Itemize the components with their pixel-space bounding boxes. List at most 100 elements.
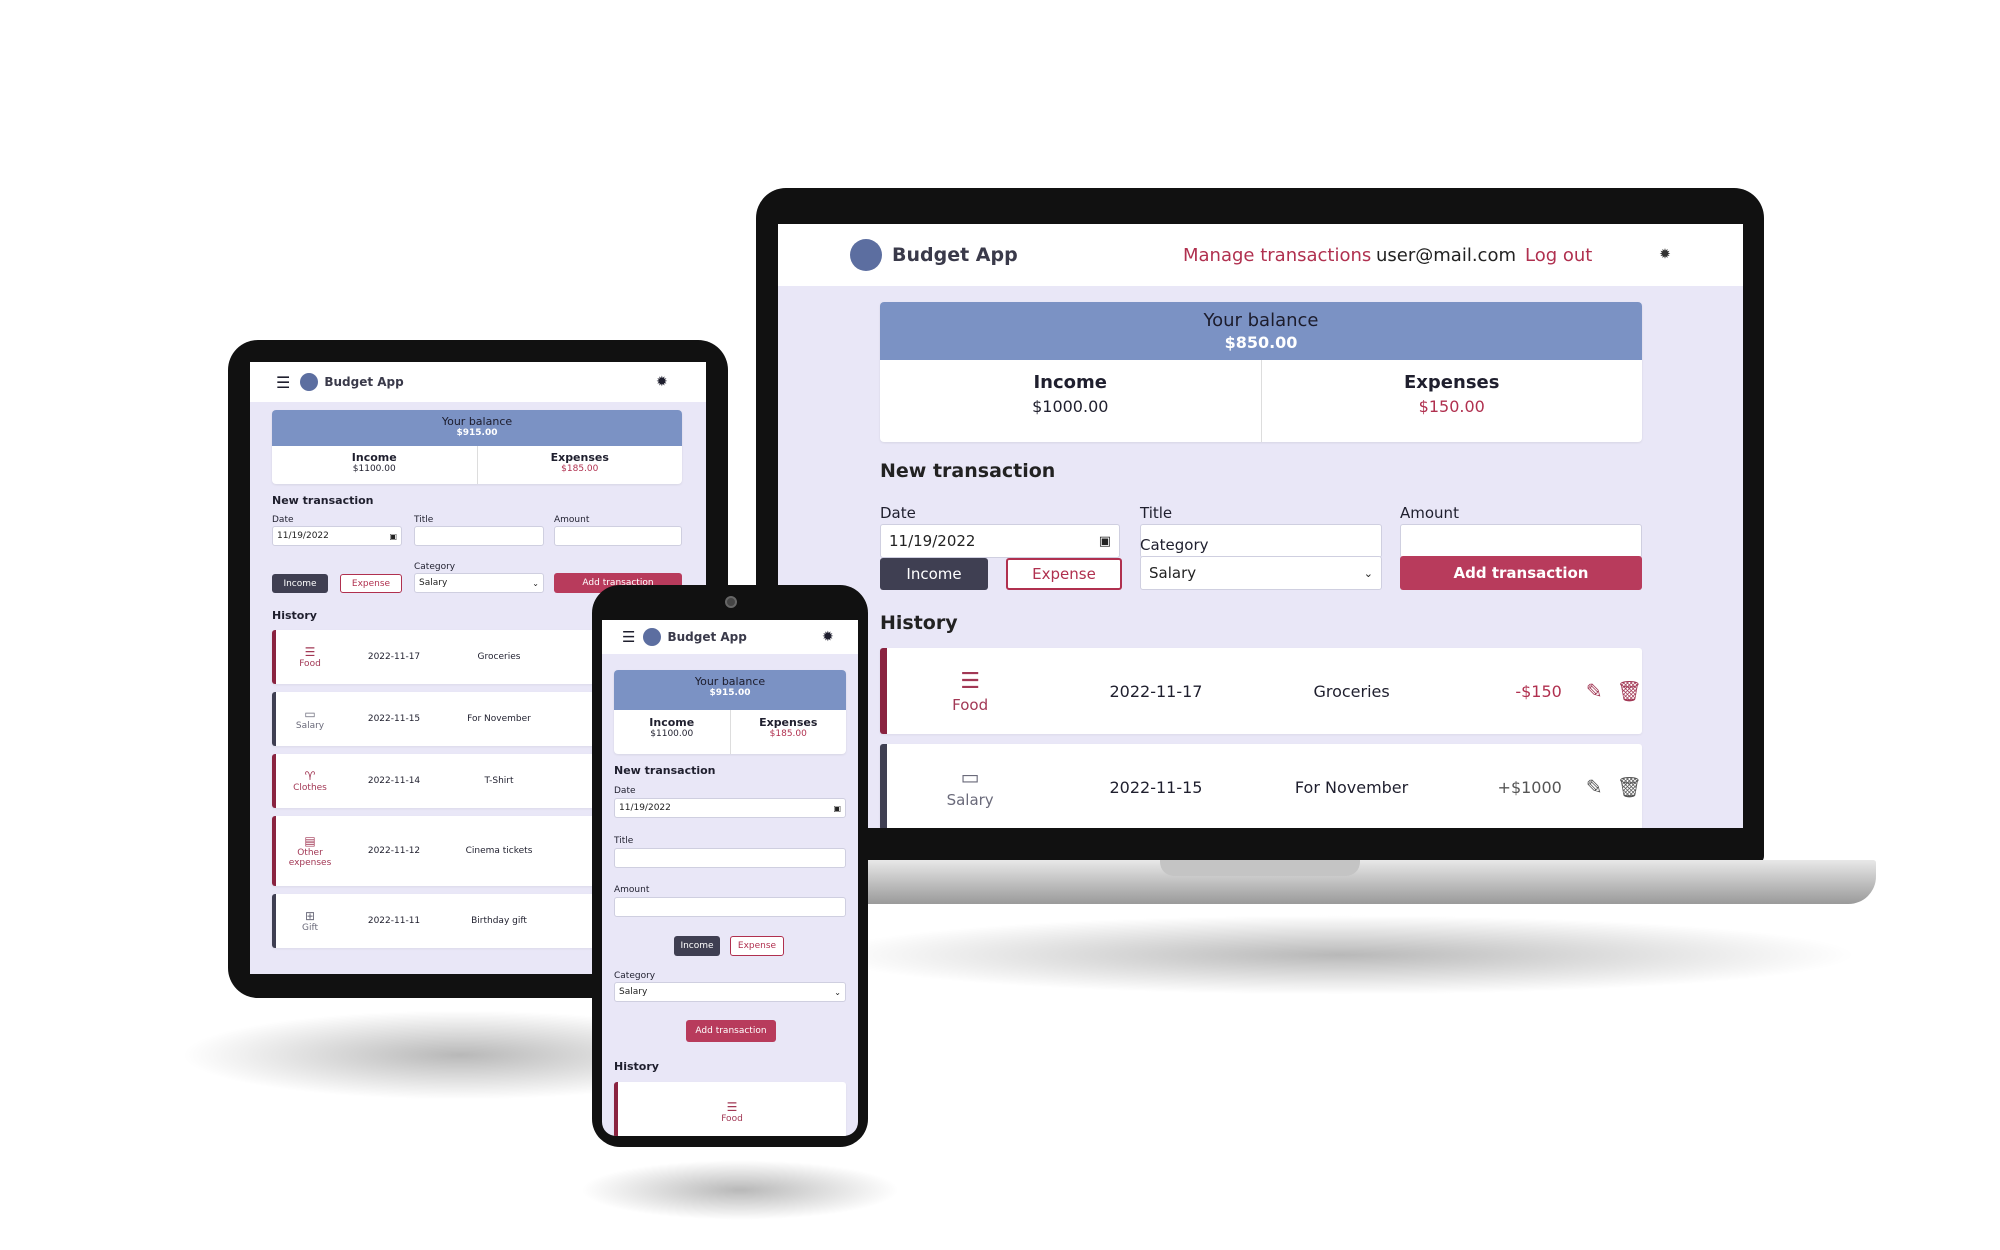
item-amount: -$150: [1515, 681, 1562, 701]
add-transaction-button[interactable]: Add transaction: [686, 1020, 776, 1042]
income-type-button[interactable]: Income: [272, 574, 328, 593]
history-item[interactable]: ♈ Clothes 2022-11-14 T-Shirt: [272, 754, 612, 808]
app-logo-icon: [300, 373, 319, 391]
hamburger-menu-icon[interactable]: ☰: [276, 373, 290, 392]
amount-label: Amount: [554, 515, 590, 525]
balance-value: $850.00: [1224, 333, 1298, 352]
app-brand: Budget App: [324, 375, 404, 389]
history-item[interactable]: ☰ Food 2022-11-17 Groceries -$150 ✎ 🗑: [880, 648, 1642, 734]
calendar-icon[interactable]: ▣: [389, 532, 397, 541]
history-item[interactable]: ☰ Food 2022-11-17 Groceries: [272, 630, 612, 684]
date-field[interactable]: 11/19/2022 ▣: [614, 798, 846, 818]
chevron-down-icon: ⌄: [834, 987, 841, 997]
balance-header: Your balance $915.00: [614, 670, 846, 710]
theme-toggle-sun-icon[interactable]: ✹: [822, 629, 834, 645]
app-brand: Budget App: [667, 630, 747, 644]
item-date: 2022-11-12: [367, 846, 421, 856]
item-amount: +$1000: [1497, 777, 1562, 797]
category-cell: ☰ Food: [618, 1100, 846, 1124]
income-cell: Income $1000.00: [880, 360, 1261, 442]
income-value: $1100.00: [650, 729, 694, 739]
phone-camera: [725, 596, 737, 608]
amount-field[interactable]: [1400, 524, 1642, 558]
expenses-cell: Expenses $185.00: [729, 710, 847, 754]
tablet-header: ☰ Budget App ✹: [250, 362, 706, 402]
category-label: Category: [414, 562, 456, 572]
date-field[interactable]: 11/19/2022 ▣: [880, 524, 1120, 558]
theme-toggle-sun-icon[interactable]: ✹: [656, 374, 668, 390]
new-transaction-heading: New transaction: [614, 764, 716, 777]
delete-trash-icon[interactable]: 🗑: [1617, 679, 1642, 703]
calendar-icon[interactable]: ▣: [833, 804, 841, 813]
expenses-value: $150.00: [1418, 397, 1485, 416]
title-label: Title: [1140, 504, 1173, 522]
calendar-icon[interactable]: ▣: [1099, 534, 1111, 549]
category-cell: ☰ Food: [276, 645, 344, 669]
edit-pencil-icon[interactable]: ✎: [1586, 679, 1603, 703]
item-title: For November: [1294, 777, 1409, 797]
hamburger-menu-icon[interactable]: ☰: [622, 628, 635, 646]
item-title: Birthday gift: [471, 916, 527, 926]
laptop-screen: Budget App Manage transactions user@mail…: [778, 224, 1743, 828]
logout-link[interactable]: Log out: [1525, 245, 1592, 266]
item-title: T-Shirt: [484, 776, 514, 786]
category-cell: ♈ Clothes: [276, 769, 344, 793]
category-name: Salary: [295, 721, 325, 731]
history-item[interactable]: ⊞ Gift 2022-11-11 Birthday gift: [272, 894, 612, 948]
user-email: user@mail.com: [1376, 244, 1516, 266]
date-label: Date: [880, 504, 916, 522]
date-value: 11/19/2022: [889, 532, 976, 550]
balance-header: Your balance $850.00: [880, 302, 1642, 360]
theme-toggle-sun-icon[interactable]: [1654, 244, 1676, 266]
category-select[interactable]: Salary ⌄: [1140, 556, 1382, 590]
laptop-header: Budget App Manage transactions user@mail…: [778, 224, 1743, 286]
history-item[interactable]: ▭ Salary 2022-11-15 For November: [272, 692, 612, 746]
laptop-shadow: [820, 915, 1860, 995]
edit-pencil-icon[interactable]: ✎: [1586, 775, 1603, 799]
title-field[interactable]: [614, 848, 846, 868]
income-type-button[interactable]: Income: [674, 936, 720, 956]
income-type-button[interactable]: Income: [880, 558, 988, 590]
history-item[interactable]: ▤ Other expenses 2022-11-12 Cinema ticke…: [272, 816, 612, 886]
income-label: Income: [649, 716, 695, 729]
income-cell: Income $1100.00: [272, 446, 477, 484]
history-heading: History: [880, 612, 958, 634]
expense-type-button[interactable]: Expense: [340, 574, 402, 593]
app-logo-icon: [850, 239, 882, 271]
income-value: $1100.00: [352, 464, 396, 474]
category-name: Clothes: [293, 783, 327, 793]
income-cell: Income $1100.00: [614, 710, 730, 754]
history-item[interactable]: ☰ Food: [614, 1082, 846, 1136]
add-transaction-button[interactable]: Add transaction: [1400, 556, 1642, 590]
amount-label: Amount: [1400, 504, 1459, 522]
expenses-value: $185.00: [769, 729, 807, 739]
expense-type-button[interactable]: Expense: [1006, 558, 1122, 590]
amount-field[interactable]: [614, 897, 846, 917]
delete-trash-icon[interactable]: 🗑: [1617, 775, 1642, 799]
app-logo-icon: [643, 628, 662, 646]
category-cell: ⊞ Gift: [276, 909, 344, 933]
money-icon: ▭: [304, 707, 316, 721]
category-name: Salary: [946, 791, 994, 809]
category-select[interactable]: Salary ⌄: [414, 573, 544, 593]
expense-type-button[interactable]: Expense: [730, 936, 784, 956]
history-item[interactable]: ▭ Salary 2022-11-15 For November +$1000 …: [880, 744, 1642, 828]
title-field[interactable]: [414, 526, 544, 546]
history-heading: History: [614, 1060, 659, 1073]
nav-manage-transactions-link[interactable]: Manage transactions: [1183, 245, 1371, 266]
balance-value: $915.00: [456, 428, 498, 438]
income-label: Income: [1033, 372, 1107, 393]
amount-field[interactable]: [554, 526, 682, 546]
chevron-down-icon: ⌄: [1363, 566, 1373, 580]
phone-header: ☰ Budget App ✹: [602, 620, 858, 654]
balance-row: Income $1000.00 Expenses $150.00: [880, 360, 1642, 442]
expenses-cell: Expenses $185.00: [476, 446, 683, 484]
new-transaction-heading: New transaction: [272, 494, 374, 507]
balance-header: Your balance $915.00: [272, 410, 682, 446]
category-name: Other expenses: [288, 848, 332, 868]
date-field[interactable]: 11/19/2022 ▣: [272, 526, 402, 546]
item-date: 2022-11-11: [367, 916, 421, 926]
category-select[interactable]: Salary ⌄: [614, 982, 846, 1002]
balance-row: Income $1100.00 Expenses $185.00: [614, 710, 846, 754]
amount-label: Amount: [614, 885, 650, 895]
